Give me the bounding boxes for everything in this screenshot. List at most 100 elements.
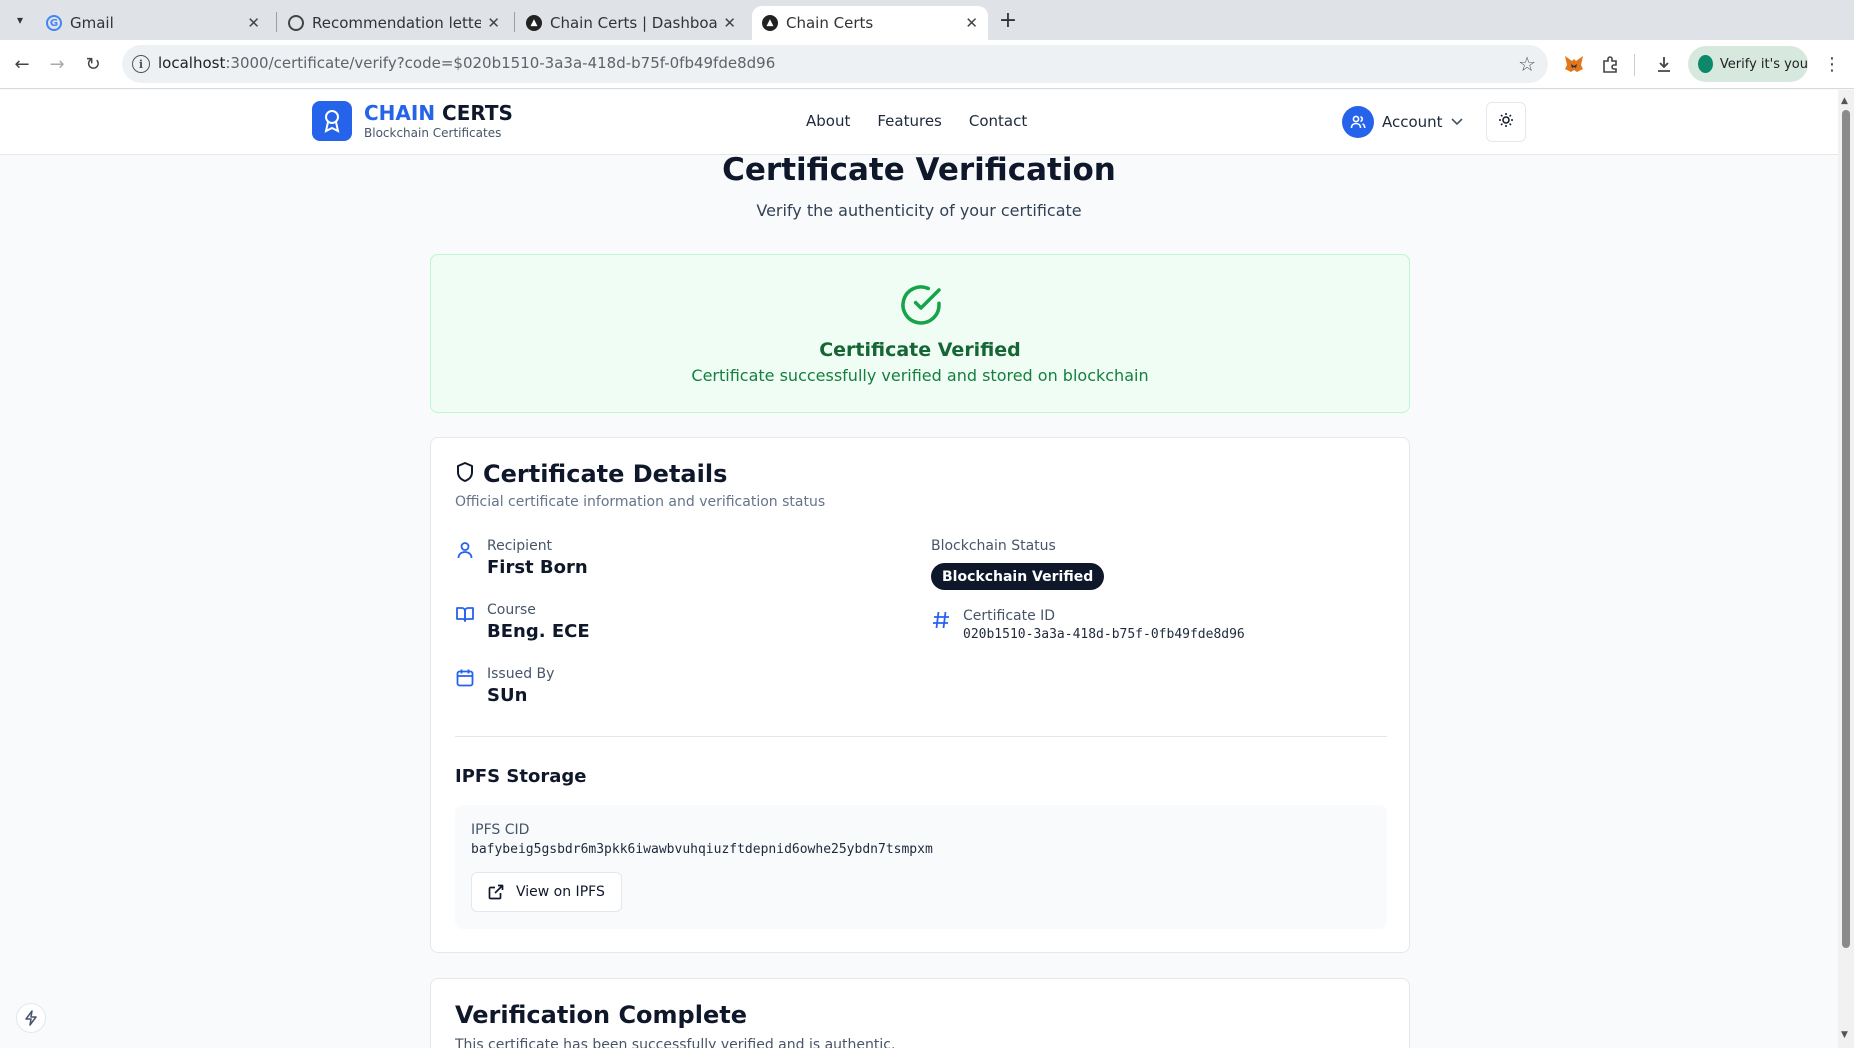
download-icon[interactable] bbox=[1652, 52, 1676, 76]
brand-title-part2: CERTS bbox=[442, 101, 513, 125]
issuer-value: SUn bbox=[487, 685, 528, 706]
ipfs-cid-value: bafybeig5gsbdr6m3pkk6iwawbvuhqiuzftdepni… bbox=[471, 842, 933, 857]
status-message: Certificate successfully verified and st… bbox=[691, 366, 1149, 385]
course-label: Course bbox=[487, 602, 536, 618]
theme-toggle-button[interactable] bbox=[1486, 102, 1526, 142]
google-icon: G bbox=[46, 15, 62, 31]
bookmark-star-icon[interactable]: ☆ bbox=[1518, 52, 1536, 76]
ipfs-cid-label: IPFS CID bbox=[471, 822, 530, 838]
status-badge: Blockchain Verified bbox=[931, 563, 1105, 590]
tab-divider bbox=[514, 12, 515, 32]
details-description: Official certificate information and ver… bbox=[455, 494, 826, 510]
account-label: Account bbox=[1382, 113, 1443, 131]
new-tab-icon[interactable]: + bbox=[994, 6, 1022, 34]
issuer-label: Issued By bbox=[487, 666, 555, 682]
shield-icon bbox=[455, 461, 475, 487]
users-icon bbox=[1342, 106, 1374, 138]
nav-features[interactable]: Features bbox=[877, 112, 942, 130]
url-host: localhost bbox=[158, 54, 226, 72]
issuer-field: Issued By SUn bbox=[455, 666, 554, 706]
page-title: Certificate Verification bbox=[722, 152, 1116, 188]
browser-toolbar: ← → ↻ i localhost:3000/certificate/verif… bbox=[0, 40, 1854, 89]
avatar bbox=[1698, 55, 1713, 73]
blockchain-status-label: Blockchain Status bbox=[931, 538, 1056, 554]
course-value: BEng. ECE bbox=[487, 621, 590, 642]
extensions-icon[interactable] bbox=[1598, 52, 1622, 76]
tab-title: Recommendation letter bbox=[312, 14, 482, 32]
openai-icon bbox=[288, 15, 304, 31]
certificate-details-card: Certificate Details Official certificate… bbox=[430, 437, 1410, 953]
site-header: CHAIN CERTS Blockchain Certificates Abou… bbox=[0, 90, 1838, 155]
scroll-up-icon[interactable]: ▲ bbox=[1841, 96, 1848, 106]
tab-title: Gmail bbox=[70, 14, 114, 32]
brand-subtitle: Blockchain Certificates bbox=[364, 126, 502, 140]
account-menu-button[interactable]: Account bbox=[1342, 106, 1463, 138]
page-subtitle: Verify the authenticity of your certific… bbox=[756, 201, 1082, 220]
site-info-icon[interactable]: i bbox=[132, 55, 150, 73]
certificate-id-field: Certificate ID 020b1510-3a3a-418d-b75f-0… bbox=[931, 608, 1245, 642]
verification-complete-card: Verification Complete This certificate h… bbox=[430, 978, 1410, 1048]
brand-title-part1: CHAIN bbox=[364, 101, 436, 125]
tab-divider bbox=[276, 12, 277, 32]
tab-search-icon[interactable]: ▾ bbox=[8, 8, 32, 32]
recipient-value: First Born bbox=[487, 557, 588, 578]
forward-icon[interactable]: → bbox=[44, 51, 70, 77]
recipient-label: Recipient bbox=[487, 538, 553, 554]
certificate-id-value: 020b1510-3a3a-418d-b75f-0fb49fde8d96 bbox=[963, 627, 1245, 642]
vercel-icon: ▲ bbox=[762, 15, 778, 31]
complete-title: Verification Complete bbox=[455, 1001, 747, 1029]
close-icon[interactable]: ✕ bbox=[487, 14, 500, 32]
close-icon[interactable]: ✕ bbox=[965, 14, 978, 32]
metamask-icon[interactable] bbox=[1562, 52, 1586, 76]
check-circle-icon bbox=[897, 281, 945, 333]
close-icon[interactable]: ✕ bbox=[723, 14, 736, 32]
course-field: Course BEng. ECE bbox=[455, 602, 590, 642]
award-logo-icon[interactable] bbox=[312, 101, 352, 141]
page-scrollbar[interactable]: ▲ ▼ bbox=[1838, 90, 1854, 1048]
sun-icon bbox=[1498, 112, 1514, 132]
main-nav: About Features Contact bbox=[806, 112, 1027, 130]
close-icon[interactable]: ✕ bbox=[247, 14, 260, 32]
ipfs-storage-box: IPFS CID bafybeig5gsbdr6m3pkk6iwawbvuhqi… bbox=[455, 805, 1387, 929]
details-header: Certificate Details bbox=[455, 460, 727, 488]
profile-verify-button[interactable]: Verify it's you bbox=[1688, 46, 1808, 82]
chevron-down-icon bbox=[1451, 115, 1463, 129]
tab-title: Chain Certs bbox=[786, 14, 874, 32]
tab-gmail[interactable]: G Gmail ✕ bbox=[36, 6, 270, 40]
complete-message: This certificate has been successfully v… bbox=[455, 1037, 896, 1048]
lightning-icon[interactable] bbox=[16, 1003, 46, 1033]
status-title: Certificate Verified bbox=[819, 339, 1021, 361]
calendar-icon bbox=[455, 668, 475, 688]
nav-about[interactable]: About bbox=[806, 112, 850, 130]
tab-chain-certs-dashboard[interactable]: ▲ Chain Certs | Dashboard ✕ bbox=[516, 6, 746, 40]
view-on-ipfs-button[interactable]: View on IPFS bbox=[471, 872, 622, 912]
divider bbox=[455, 736, 1387, 737]
scrollbar-thumb[interactable] bbox=[1842, 110, 1850, 948]
ipfs-section-title: IPFS Storage bbox=[455, 766, 587, 787]
scroll-down-icon[interactable]: ▼ bbox=[1841, 1030, 1848, 1040]
profile-pill-label: Verify it's you bbox=[1719, 56, 1808, 72]
hash-icon bbox=[931, 610, 951, 630]
tab-chain-certs[interactable]: ▲ Chain Certs ✕ bbox=[752, 6, 988, 40]
certificate-id-label: Certificate ID bbox=[963, 608, 1056, 624]
user-icon bbox=[455, 540, 475, 560]
view-on-ipfs-label: View on IPFS bbox=[516, 884, 605, 900]
details-title: Certificate Details bbox=[483, 460, 728, 488]
tab-recommendation-letter[interactable]: Recommendation letter ✕ bbox=[278, 6, 510, 40]
reload-icon[interactable]: ↻ bbox=[80, 51, 106, 77]
brand[interactable]: CHAIN CERTS Blockchain Certificates bbox=[364, 102, 513, 140]
toolbar-divider bbox=[1634, 54, 1635, 76]
recipient-field: Recipient First Born bbox=[455, 538, 588, 578]
address-bar[interactable]: i localhost:3000/certificate/verify?code… bbox=[122, 45, 1548, 83]
back-icon[interactable]: ← bbox=[9, 51, 35, 77]
vercel-icon: ▲ bbox=[526, 15, 542, 31]
book-open-icon bbox=[455, 604, 475, 624]
more-menu-icon[interactable]: ⋮ bbox=[1820, 52, 1844, 76]
verification-status-card: Certificate Verified Certificate success… bbox=[430, 254, 1410, 413]
external-link-icon bbox=[488, 884, 504, 900]
tab-title: Chain Certs | Dashboard bbox=[550, 14, 718, 32]
browser-tab-bar: ▾ G Gmail ✕ Recommendation letter ✕ ▲ Ch… bbox=[0, 0, 1854, 40]
url-text: localhost:3000/certificate/verify?code=$… bbox=[158, 54, 775, 72]
nav-contact[interactable]: Contact bbox=[969, 112, 1027, 130]
url-path: :3000/certificate/verify?code=$020b1510-… bbox=[225, 54, 776, 72]
